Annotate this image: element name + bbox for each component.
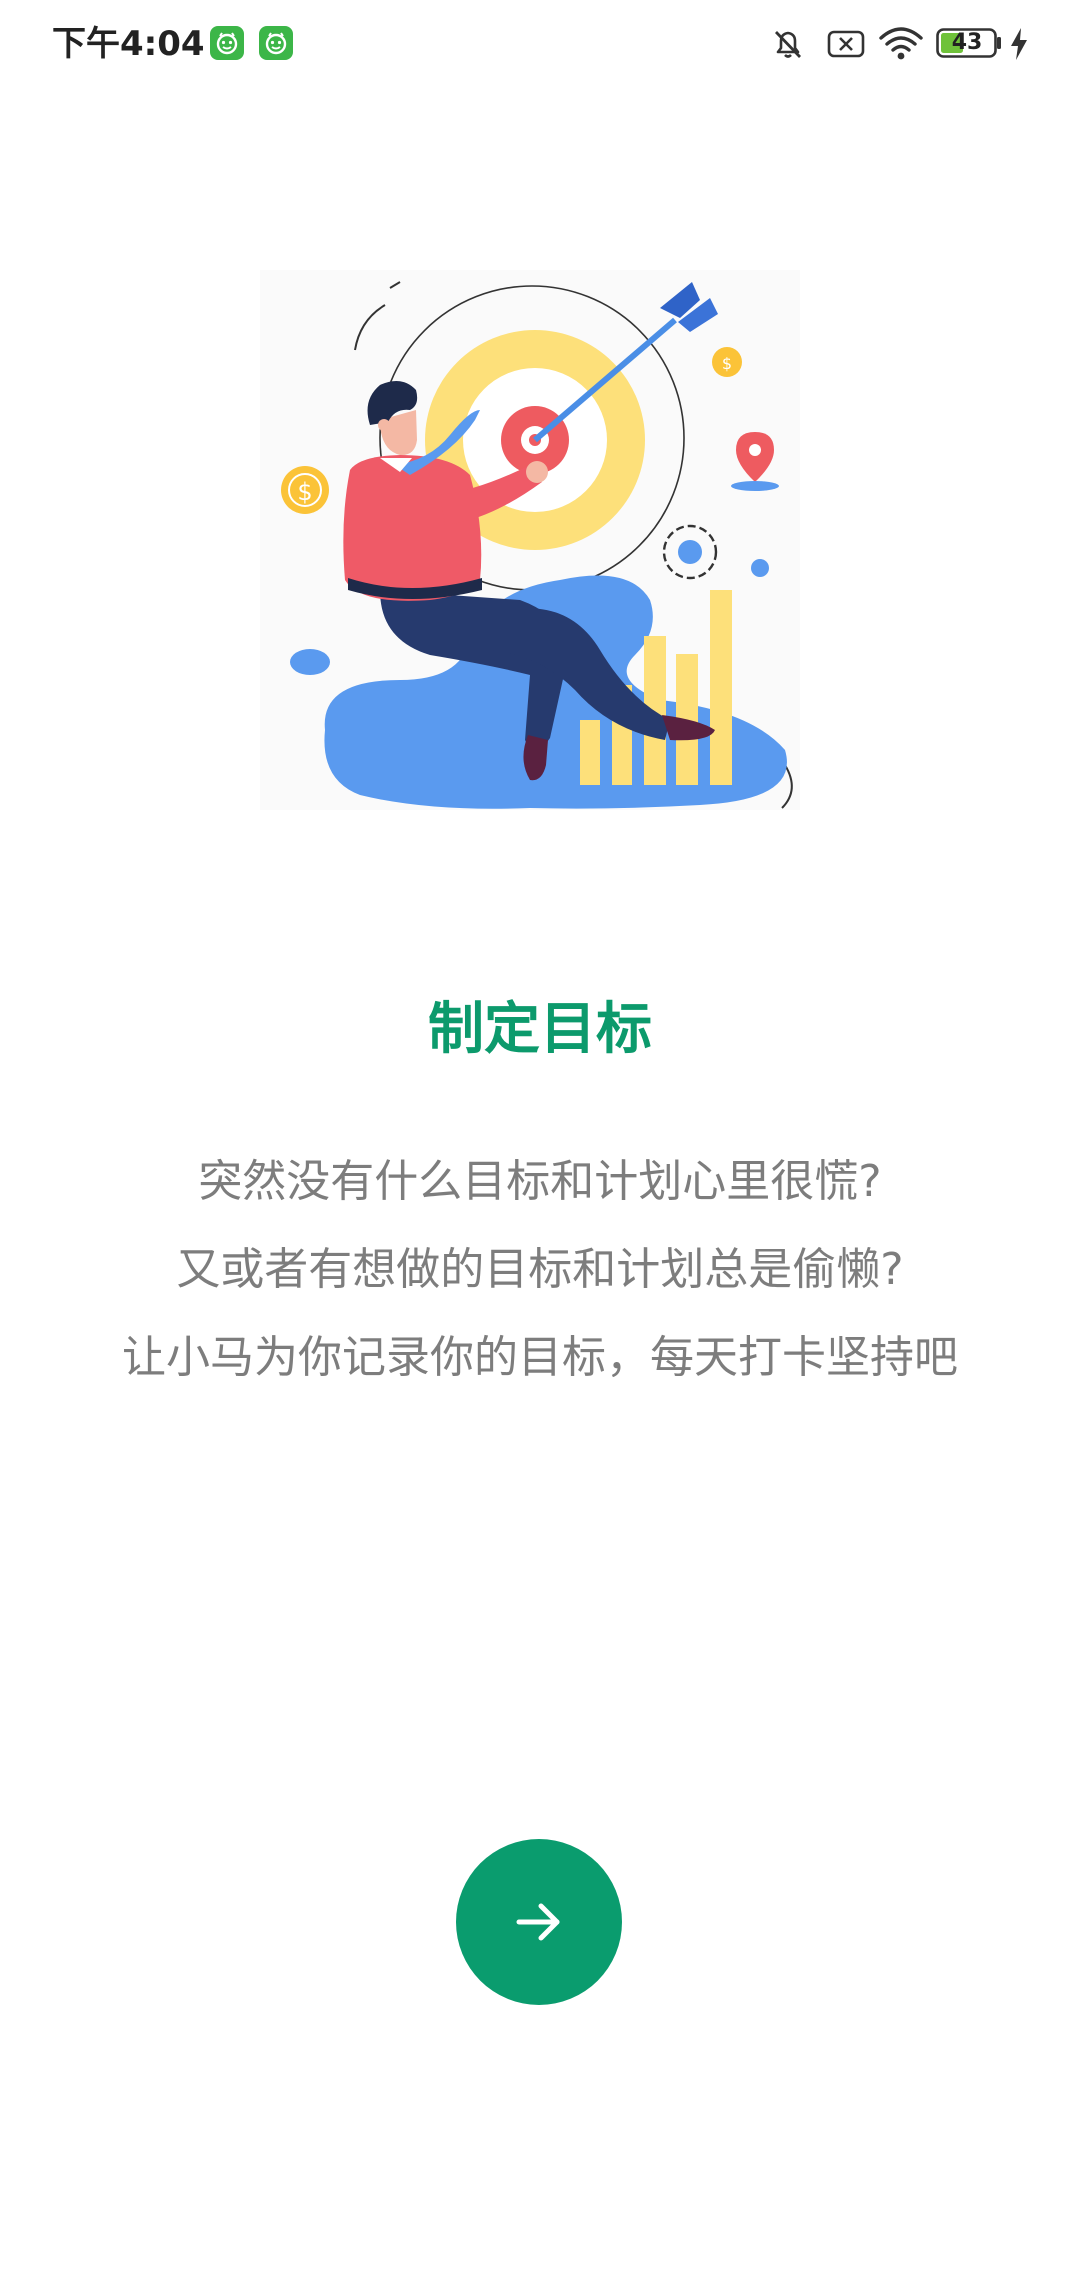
goal-illustration: $ $ <box>230 260 830 840</box>
page-title: 制定目标 <box>428 997 652 1062</box>
svg-text:$: $ <box>297 478 312 506</box>
description-line-3: 让小马为你记录你的目标，每天打卡坚持吧 <box>122 1332 958 1383</box>
status-bar: 下午4:04 43 <box>0 0 1080 90</box>
description-line-1: 突然没有什么目标和计划心里很慌? <box>198 1156 882 1207</box>
status-time: 下午4:04 <box>52 24 205 64</box>
description-line-2: 又或者有想做的目标和计划总是偷懒? <box>176 1244 904 1295</box>
next-button[interactable] <box>456 1839 622 2005</box>
app-notification-icon <box>210 26 244 60</box>
wifi-icon <box>879 27 923 60</box>
battery-icon: 43 <box>936 28 1002 58</box>
app-notification-icon <box>259 26 293 60</box>
charging-icon <box>1011 28 1027 60</box>
battery-level: 43 <box>951 30 983 55</box>
svg-text:$: $ <box>722 354 732 373</box>
arrow-right-icon <box>516 1903 560 1941</box>
sim-x-icon <box>827 30 865 58</box>
mute-icon <box>774 31 802 58</box>
